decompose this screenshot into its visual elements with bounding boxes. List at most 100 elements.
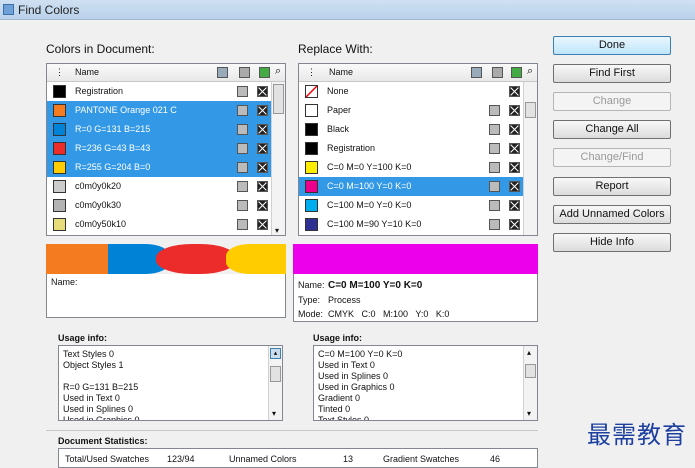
scroll-down-icon[interactable]: ▾ [275, 226, 279, 235]
scroll-thumb[interactable] [525, 102, 536, 118]
spot-color-icon [239, 67, 250, 78]
window-title: Find Colors [18, 3, 80, 17]
color-swatch [53, 85, 66, 98]
color-type-icon [489, 105, 500, 116]
color-name: c0m0y50k10 [75, 219, 127, 229]
change-button[interactable]: Change [553, 92, 671, 111]
right-name-label: Name: [298, 280, 325, 290]
column-name-header[interactable]: Name [329, 67, 353, 77]
document-colors-list[interactable]: ⋮ Name ⌕ Registration PANTONE Orange 021 … [46, 63, 286, 236]
list-item[interactable]: PANTONE Orange 021 C [47, 101, 285, 120]
hide-info-button[interactable]: Hide Info [553, 233, 671, 252]
list-item[interactable]: c0m0y0k20 [47, 177, 285, 196]
usage-line: Tinted 0 [318, 404, 351, 414]
list-item[interactable]: Registration [299, 139, 537, 158]
color-name: Paper [327, 105, 352, 115]
color-swatch [305, 180, 318, 193]
list-item[interactable]: Registration [47, 82, 285, 101]
color-type-icon [237, 143, 248, 154]
list-item[interactable]: Black [299, 120, 537, 139]
color-swatch [53, 199, 66, 212]
list-item[interactable]: R=0 G=131 B=215 [47, 120, 285, 139]
color-name: PANTONE Orange 021 C [75, 105, 177, 115]
list-item[interactable]: C=100 M=0 Y=0 K=0 [299, 196, 537, 215]
color-mode-icon [509, 143, 520, 154]
scroll-up-icon[interactable]: ▴ [527, 347, 531, 358]
right-usage-box[interactable]: C=0 M=100 Y=0 K=0 Used in Text 0 Used in S… [313, 345, 538, 421]
column-name-header[interactable]: Name [75, 67, 99, 77]
left-name-label: Name: [51, 277, 78, 287]
list-item[interactable]: Paper [299, 101, 537, 120]
list-item[interactable]: C=100 M=90 Y=10 K=0 [299, 215, 537, 234]
report-button[interactable]: Report [553, 177, 671, 196]
list-item[interactable]: None [299, 82, 537, 101]
divider [46, 430, 538, 431]
usage-line: Used in Text 0 [318, 360, 375, 370]
left-list-scrollbar[interactable]: ▾ [271, 82, 285, 235]
color-swatch [53, 142, 66, 155]
right-list-scrollbar[interactable] [523, 82, 537, 235]
usage-line: Used in Graphics 0 [318, 382, 395, 392]
replace-colors-list[interactable]: ⋮ Name ⌕ None Paper Black Registration C=0 M… [298, 63, 538, 236]
total-used-value: 123/94 [167, 454, 195, 464]
color-type-icon [237, 219, 248, 230]
color-name: c0m0y0k30 [75, 200, 122, 210]
list-item[interactable]: R=255 G=204 B=0 [47, 158, 285, 177]
scroll-up-icon[interactable]: ▴ [270, 348, 281, 359]
statistics-box: Total/Used Swatches 123/94 Unnamed Color… [58, 448, 538, 468]
find-first-button[interactable]: Find First [553, 64, 671, 83]
color-name: Registration [75, 86, 124, 96]
scroll-thumb[interactable] [273, 84, 284, 114]
usage-line [63, 371, 278, 382]
list-item[interactable]: R=236 G=43 B=43 [47, 139, 285, 158]
color-swatch [53, 104, 66, 117]
type-value: Process [328, 295, 361, 305]
color-mode-icon [257, 105, 268, 116]
search-icon[interactable]: ⌕ [527, 65, 533, 78]
colors-in-document-label: Colors in Document: [46, 42, 155, 56]
color-type-icon [489, 200, 500, 211]
usage-line: Used in Splines 0 [63, 404, 134, 414]
color-type-icon [237, 86, 248, 97]
color-mode-icon [509, 200, 520, 211]
search-icon[interactable]: ⌕ [275, 65, 281, 78]
right-usage-label: Usage info: [313, 333, 363, 343]
color-name: C=0 M=100 Y=0 K=0 [327, 181, 412, 191]
scroll-down-icon[interactable]: ▾ [272, 408, 276, 419]
color-mode-icon [257, 86, 268, 97]
list-item[interactable]: c0m0y0k30 [47, 196, 285, 215]
color-swatch [53, 161, 66, 174]
unnamed-colors-value: 13 [343, 454, 354, 464]
done-button[interactable]: Done [553, 36, 671, 55]
left-info-box: Name: [46, 274, 286, 318]
replace-with-label: Replace With: [298, 42, 373, 56]
color-mode-icon [511, 67, 522, 78]
list-item[interactable]: c0m0y50k10 [47, 215, 285, 234]
change-all-button[interactable]: Change All [553, 120, 671, 139]
left-usage-scrollbar[interactable]: ▴ ▾ [268, 346, 282, 420]
mode-label: Mode: [298, 309, 324, 319]
right-usage-scrollbar[interactable]: ▴ ▾ [523, 346, 537, 420]
list-item[interactable]: C=0 M=100 Y=0 K=0 [299, 177, 537, 196]
watermark-text: 最需教育 [587, 421, 687, 449]
scroll-down-icon[interactable]: ▾ [527, 408, 531, 419]
left-usage-box[interactable]: Text Styles 0 Object Styles 1 R=0 G=131 B=… [58, 345, 283, 421]
list-header: ⋮ Name ⌕ [299, 64, 537, 82]
color-name: R=0 G=131 B=215 [75, 124, 151, 134]
color-mode-icon [257, 200, 268, 211]
color-name: Registration [327, 143, 376, 153]
none-swatch-icon [305, 85, 318, 98]
sort-handle-icon[interactable]: ⋮ [307, 67, 316, 78]
color-name: Black [327, 124, 350, 134]
sort-handle-icon[interactable]: ⋮ [55, 67, 64, 78]
usage-line: Used in Splines 0 [318, 371, 389, 381]
color-mode-icon [509, 105, 520, 116]
scroll-thumb[interactable] [525, 364, 536, 378]
change-find-button[interactable]: Change/Find [553, 148, 671, 167]
type-label: Type: [298, 295, 321, 305]
replace-color-preview [293, 244, 538, 274]
list-item[interactable]: C=0 M=0 Y=100 K=0 [299, 158, 537, 177]
color-swatch [53, 123, 66, 136]
add-unnamed-colors-button[interactable]: Add Unnamed Colors [553, 205, 671, 224]
scroll-thumb[interactable] [270, 366, 281, 382]
